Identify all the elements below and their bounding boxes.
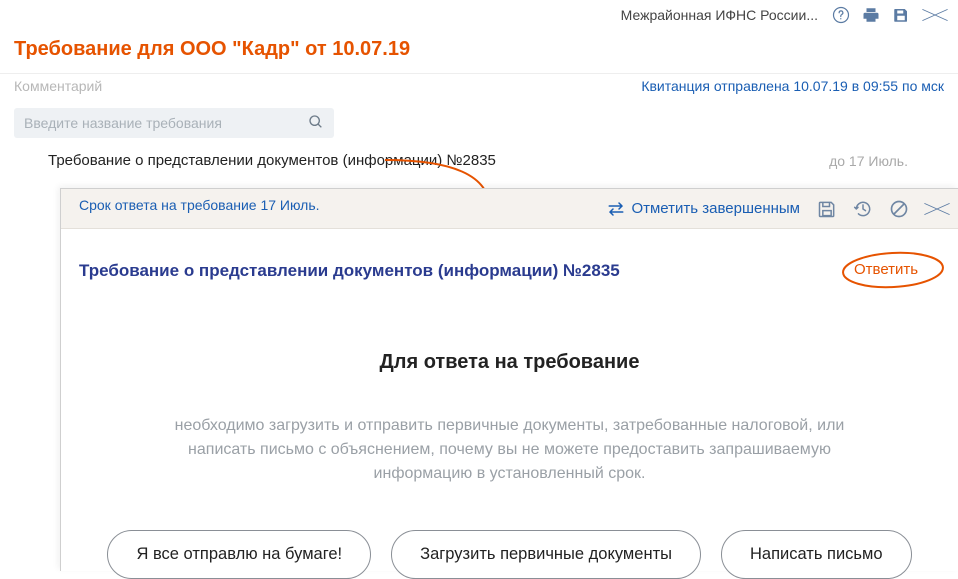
panel-body-heading: Для ответа на требование	[121, 351, 898, 374]
mark-complete-label: Отметить завершенным	[631, 200, 800, 217]
detail-panel: Срок ответа на требование 17 Июль. Отмет…	[60, 188, 958, 571]
save-icon[interactable]	[890, 4, 912, 26]
comment-placeholder[interactable]: Комментарий	[14, 78, 102, 94]
search-input[interactable]	[24, 115, 308, 131]
title-row: Требование для ООО "Кадр" от 10.07.19	[0, 30, 958, 73]
panel-save-icon[interactable]	[814, 196, 840, 222]
panel-body-text: необходимо загрузить и отправить первичн…	[150, 414, 870, 486]
mark-complete-button[interactable]: Отметить завершенным	[607, 200, 800, 218]
receipt-status: Квитанция отправлена 10.07.19 в 09:55 по…	[641, 78, 944, 94]
panel-close-icon[interactable]	[922, 198, 952, 220]
requirement-row[interactable]: Требование о представлении документов (и…	[0, 150, 958, 175]
requirement-deadline: до 17 Июль.	[829, 153, 908, 169]
upload-docs-button[interactable]: Загрузить первичные документы	[391, 530, 701, 579]
panel-deadline-text: Срок ответа на требование 17 Июль.	[79, 197, 320, 213]
search-icon[interactable]	[308, 114, 324, 133]
panel-requirement-title: Требование о представлении документов (и…	[79, 261, 620, 281]
print-icon[interactable]	[860, 4, 882, 26]
reply-wrap: Ответить	[848, 255, 940, 287]
org-name: Межрайонная ИФНС России...	[621, 7, 818, 23]
panel-body: Для ответа на требование необходимо загр…	[61, 295, 958, 579]
search-box[interactable]	[14, 108, 334, 138]
panel-toolbar: Срок ответа на требование 17 Июль. Отмет…	[61, 189, 958, 229]
send-paper-button[interactable]: Я все отправлю на бумаге!	[107, 530, 371, 579]
requirement-label: Требование о представлении документов (и…	[48, 152, 496, 169]
sub-row: Комментарий Квитанция отправлена 10.07.1…	[0, 73, 958, 104]
action-row: Я все отправлю на бумаге! Загрузить перв…	[121, 530, 898, 579]
help-icon[interactable]	[830, 4, 852, 26]
close-icon[interactable]	[920, 4, 950, 26]
write-letter-button[interactable]: Написать письмо	[721, 530, 912, 579]
history-icon[interactable]	[850, 196, 876, 222]
panel-header-row: Требование о представлении документов (и…	[61, 229, 958, 295]
reply-button[interactable]: Ответить	[848, 255, 924, 285]
app-top-bar: Межрайонная ИФНС России...	[0, 0, 958, 30]
cancel-icon[interactable]	[886, 196, 912, 222]
page-title: Требование для ООО "Кадр" от 10.07.19	[14, 38, 944, 61]
